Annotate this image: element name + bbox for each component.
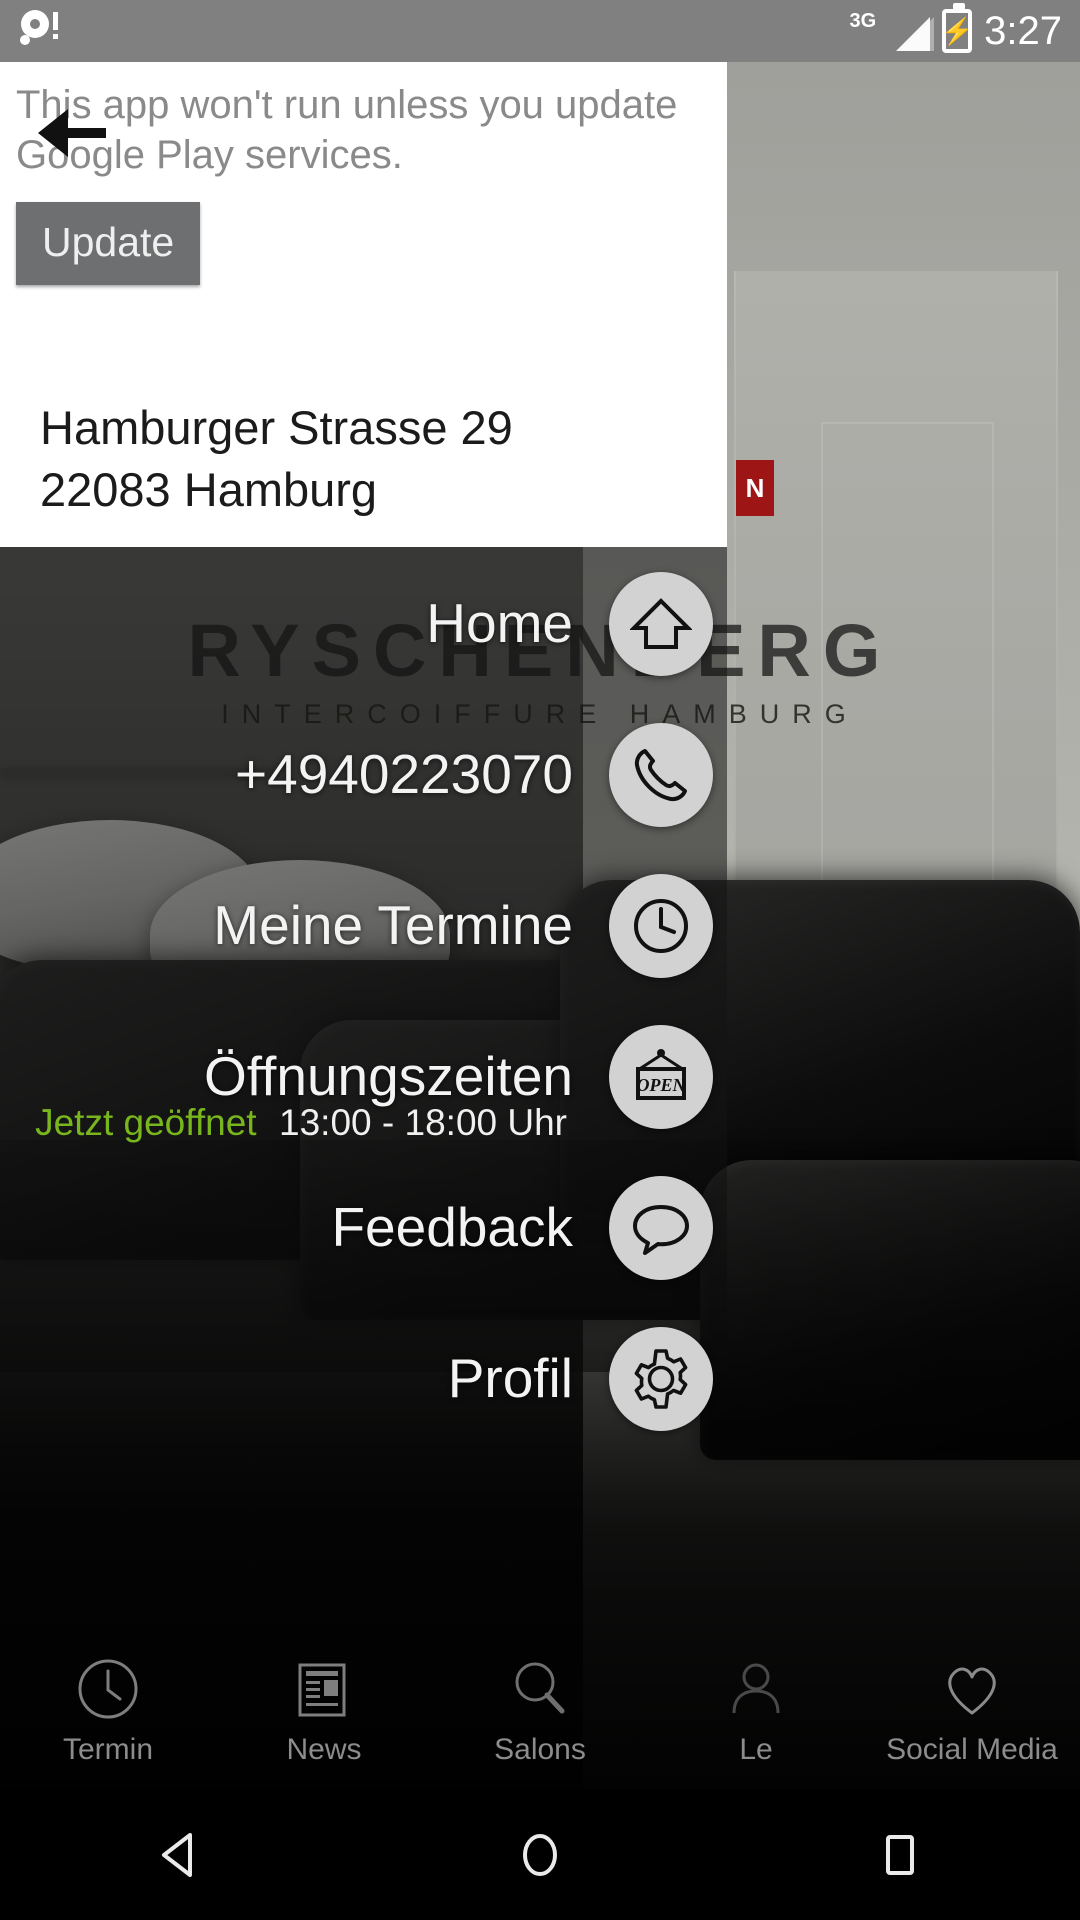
status-bar-clock: 3:27 [984,8,1062,53]
menu-item-opening-hours[interactable]: Öffnungszeiten OPEN Jetzt geöffnet 13:00… [0,1001,727,1152]
network-type-label: 3G [849,9,877,32]
tab-social-media[interactable]: Social Media [864,1630,1080,1790]
tab-leistungen[interactable]: Le [648,1630,864,1790]
tab-termin[interactable]: Termin [0,1630,216,1790]
menu-item-label: Feedback [331,1196,573,1258]
update-button[interactable]: Update [16,202,201,285]
newspaper-icon [288,1653,360,1725]
menu-item-label: Öffnungszeiten [204,1045,573,1107]
battery-charging-icon: ⚡ [941,3,973,53]
play-services-panel: This app won't run unless you update Goo… [0,62,727,547]
menu-item-label: Meine Termine [213,894,573,956]
bottom-tab-bar: Termin News Salons Le Social Media [0,1630,1080,1790]
tab-label: News [286,1733,362,1766]
wall-badge-letter: N [745,472,765,503]
address-line-2: 22083 Hamburg [40,463,378,516]
tab-label: Termin [62,1733,153,1766]
home-circle-icon[interactable] [480,1810,600,1900]
menu-item-feedback[interactable]: Feedback [0,1152,727,1303]
person-icon [720,1653,792,1725]
menu-item-profile[interactable]: Profil [0,1303,727,1454]
android-nav-bar [0,1790,1080,1920]
signal-bars-icon [884,11,935,51]
gear-icon[interactable] [609,1326,713,1431]
tab-label: Salons [494,1733,586,1766]
tab-label: Social Media [886,1733,1058,1766]
menu-item-phone[interactable]: +4940223070 [0,699,727,850]
heart-icon [936,1653,1008,1725]
search-icon [504,1653,576,1725]
app-notification-icon [18,9,62,54]
status-bar: 3G ⚡ 3:27 [0,0,1080,62]
clock-icon[interactable] [609,873,713,978]
speech-bubble-icon[interactable] [609,1175,713,1280]
home-icon[interactable] [609,571,713,676]
opening-hours-status: Jetzt geöffnet 13:00 - 18:00 Uhr [0,1102,567,1144]
phone-screen: N RYSCHENBERG INTERCOIFFURE HAMBURG 3G [0,0,1080,1920]
back-triangle-icon[interactable] [120,1810,240,1900]
phone-icon[interactable] [609,722,713,827]
menu-item-label: Profil [447,1347,573,1409]
open-hours-label: 13:00 - 18:00 Uhr [279,1102,567,1143]
menu-item-my-appointments[interactable]: Meine Termine [0,850,727,1001]
salon-address: Hamburger Strasse 29 22083 Hamburg [40,397,513,521]
back-arrow-icon[interactable] [34,104,108,162]
open-status-label: Jetzt geöffnet [35,1102,257,1143]
tab-news[interactable]: News [216,1630,432,1790]
menu-item-label: +4940223070 [234,743,573,805]
recents-square-icon[interactable] [840,1810,960,1900]
tab-label: Le [739,1733,773,1766]
svg-text:OPEN: OPEN [637,1075,687,1095]
address-line-1: Hamburger Strasse 29 [40,401,513,454]
clock-icon [72,1653,144,1725]
menu-item-home[interactable]: Home [0,548,727,699]
open-sign-icon[interactable]: OPEN [609,1024,713,1129]
play-services-message: This app won't run unless you update Goo… [16,83,678,177]
wall-badge-n: N [736,460,774,516]
tab-salons[interactable]: Salons [432,1630,648,1790]
side-menu: Home +4940223070 Meine Termine Öffnungsz… [0,548,727,1454]
menu-item-label: Home [426,592,573,654]
